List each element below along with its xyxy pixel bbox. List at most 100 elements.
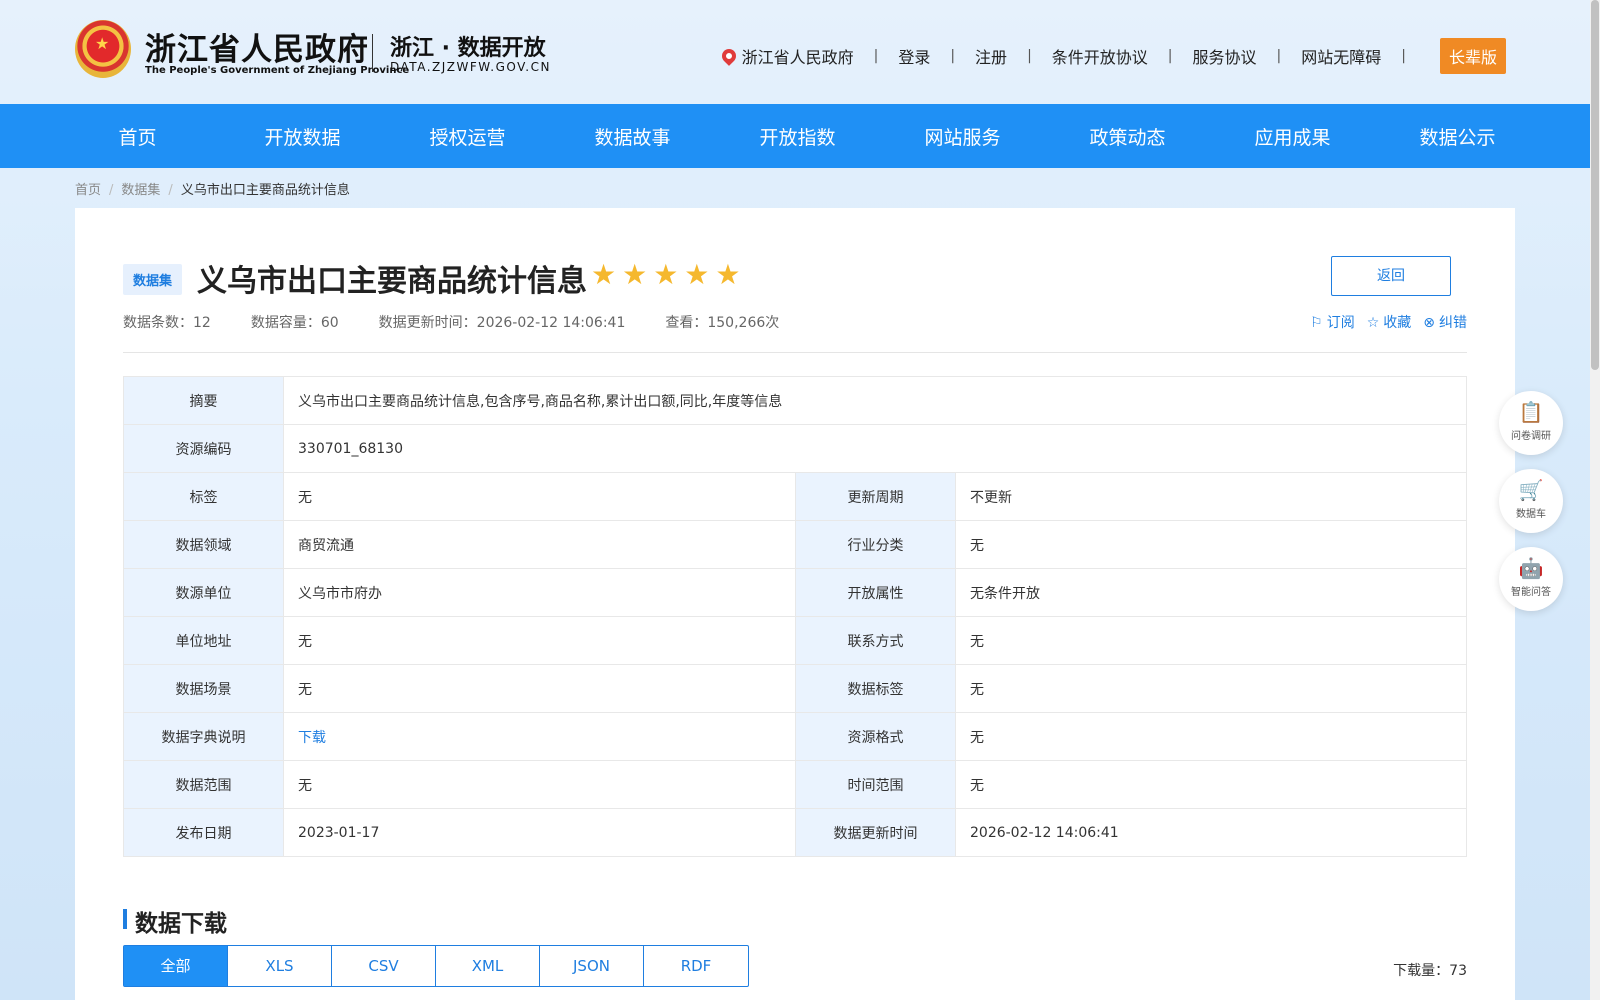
subscribe-action[interactable]: ⚐ 订阅 [1310,312,1355,332]
info-value: 无条件开放 [955,568,1467,617]
dataset-card: 数据集 义乌市出口主要商品统计信息 ★★★★★ 返回 数据条数：12 数据容量：… [75,208,1515,1000]
info-value: 商贸流通 [283,520,796,569]
meta-updated-label: 数据更新时间： [378,315,477,331]
subscribe-label: 订阅 [1326,315,1355,331]
info-label: 数据领域 [123,520,284,569]
qa-float-button[interactable]: 🤖 智能问答 [1499,547,1563,611]
nav-item-home[interactable]: 首页 [55,123,220,150]
page-title: 义乌市出口主要商品统计信息 [197,264,587,299]
format-tabs: 全部 XLS CSV XML JSON RDF [123,945,749,987]
info-value: 2023-01-17 [283,808,796,857]
nav-item-authorized-ops[interactable]: 授权运营 [385,123,550,150]
info-label: 开放属性 [795,568,956,617]
tab-rdf[interactable]: RDF [644,946,748,986]
table-row: 单位地址 无 联系方式 无 [123,616,1467,665]
meta-updated: 数据更新时间：2026-02-12 14:06:41 [379,312,626,332]
dataset-type-badge: 数据集 [123,264,183,295]
info-value: 无 [283,472,796,521]
tab-xml[interactable]: XML [436,946,540,986]
report-label: 纠错 [1439,315,1467,331]
info-value: 无 [283,664,796,713]
cart-icon: 🛒 [1518,478,1544,502]
top-links: 浙江省人民政府 | 登录 | 注册 | 条件开放协议 | 服务协议 | 网站无障… [718,38,1506,74]
download-count: 下载量：73 [1393,960,1467,980]
info-label: 数据范围 [123,760,284,809]
conditional-agreement-link[interactable]: 条件开放协议 [1052,44,1148,68]
table-row: 数源单位 义乌市市府办 开放属性 无条件开放 [123,568,1467,617]
cart-float-button[interactable]: 🛒 数据车 [1499,469,1563,533]
breadcrumb-current: 义乌市出口主要商品统计信息 [180,183,350,198]
back-button[interactable]: 返回 [1331,256,1451,296]
nav-item-policy[interactable]: 政策动态 [1045,123,1210,150]
link-separator: | [950,48,956,64]
info-label: 联系方式 [795,616,956,665]
download-section-title: 数据下载 [135,911,227,937]
breadcrumb: 首页 / 数据集 / 义乌市出口主要商品统计信息 [75,179,350,198]
table-row: 发布日期 2023-01-17 数据更新时间 2026-02-12 14:06:… [123,808,1467,857]
register-link[interactable]: 注册 [975,44,1007,68]
favorite-label: 收藏 [1383,315,1412,331]
scrollbar-thumb[interactable] [1591,0,1599,370]
gov-portal-link[interactable]: 浙江省人民政府 [742,44,854,68]
page-scrollbar[interactable] [1590,0,1600,1000]
main-nav: 首页 开放数据 授权运营 数据故事 开放指数 网站服务 政策动态 应用成果 数据… [0,104,1590,168]
table-row: 标签 无 更新周期 不更新 [123,472,1467,521]
tab-xls[interactable]: XLS [228,946,332,986]
dataset-meta: 数据条数：12 数据容量：60 数据更新时间：2026-02-12 14:06:… [123,312,779,332]
meta-views-value: 150,266次 [707,315,780,331]
info-label: 单位地址 [123,616,284,665]
info-value: 不更新 [955,472,1467,521]
info-label: 数据更新时间 [795,808,956,857]
bookmark-icon: ⚐ [1310,315,1323,331]
table-row: 资源编码 330701_68130 [123,424,1467,473]
info-label: 资源格式 [795,712,956,761]
info-label: 数据字典说明 [123,712,284,761]
info-label: 数源单位 [123,568,284,617]
breadcrumb-home[interactable]: 首页 [75,183,101,198]
report-action[interactable]: ⊗ 纠错 [1423,312,1467,332]
login-link[interactable]: 登录 [898,44,930,68]
gov-title[interactable]: 浙江省人民政府 [145,24,369,69]
info-value: 无 [955,520,1467,569]
nav-item-open-data[interactable]: 开放数据 [220,123,385,150]
link-separator: | [1167,48,1173,64]
dictionary-download-link[interactable]: 下载 [298,730,326,746]
elder-mode-button[interactable]: 长辈版 [1439,38,1506,74]
info-value: 无 [283,616,796,665]
rating-stars: ★★★★★ [591,258,747,291]
tab-json[interactable]: JSON [540,946,644,986]
info-value: 无 [955,712,1467,761]
site-title[interactable]: 浙江 · 数据开放 [390,30,546,62]
link-separator: | [1027,48,1032,64]
service-agreement-link[interactable]: 服务协议 [1193,44,1257,68]
info-value: 义乌市出口主要商品统计信息,包含序号,商品名称,累计出口额,同比,年度等信息 [283,376,1467,425]
tab-csv[interactable]: CSV [332,946,436,986]
accessibility-link[interactable]: 网站无障碍 [1301,44,1381,68]
star-icon: ★ [95,34,110,53]
favorite-action[interactable]: ☆ 收藏 [1367,312,1412,332]
info-value: 义乌市市府办 [283,568,796,617]
nav-item-applications[interactable]: 应用成果 [1210,123,1375,150]
tab-all[interactable]: 全部 [124,946,228,986]
info-label: 数据场景 [123,664,284,713]
error-circle-icon: ⊗ [1423,315,1435,331]
star-outline-icon: ☆ [1366,315,1380,331]
breadcrumb-datasets[interactable]: 数据集 [121,183,160,198]
nav-item-data-notice[interactable]: 数据公示 [1375,123,1540,150]
divider [123,352,1467,353]
meta-capacity-label: 数据容量： [250,315,321,331]
meta-views: 查看：150,266次 [665,312,779,332]
info-value: 无 [955,760,1467,809]
nav-item-open-index[interactable]: 开放指数 [715,123,880,150]
table-row: 数据字典说明 下载 资源格式 无 [123,712,1467,761]
survey-float-button[interactable]: 📋 问卷调研 [1499,391,1563,455]
info-label: 发布日期 [123,808,284,857]
robot-icon: 🤖 [1518,556,1544,580]
nav-item-data-stories[interactable]: 数据故事 [550,123,715,150]
table-row: 数据领域 商贸流通 行业分类 无 [123,520,1467,569]
meta-records-value: 12 [193,315,211,331]
meta-records-label: 数据条数： [123,315,193,331]
nav-item-site-services[interactable]: 网站服务 [880,123,1045,150]
download-count-label: 下载量： [1393,963,1450,979]
top-header: ★ 浙江省人民政府 The People's Government of Zhe… [0,0,1590,104]
